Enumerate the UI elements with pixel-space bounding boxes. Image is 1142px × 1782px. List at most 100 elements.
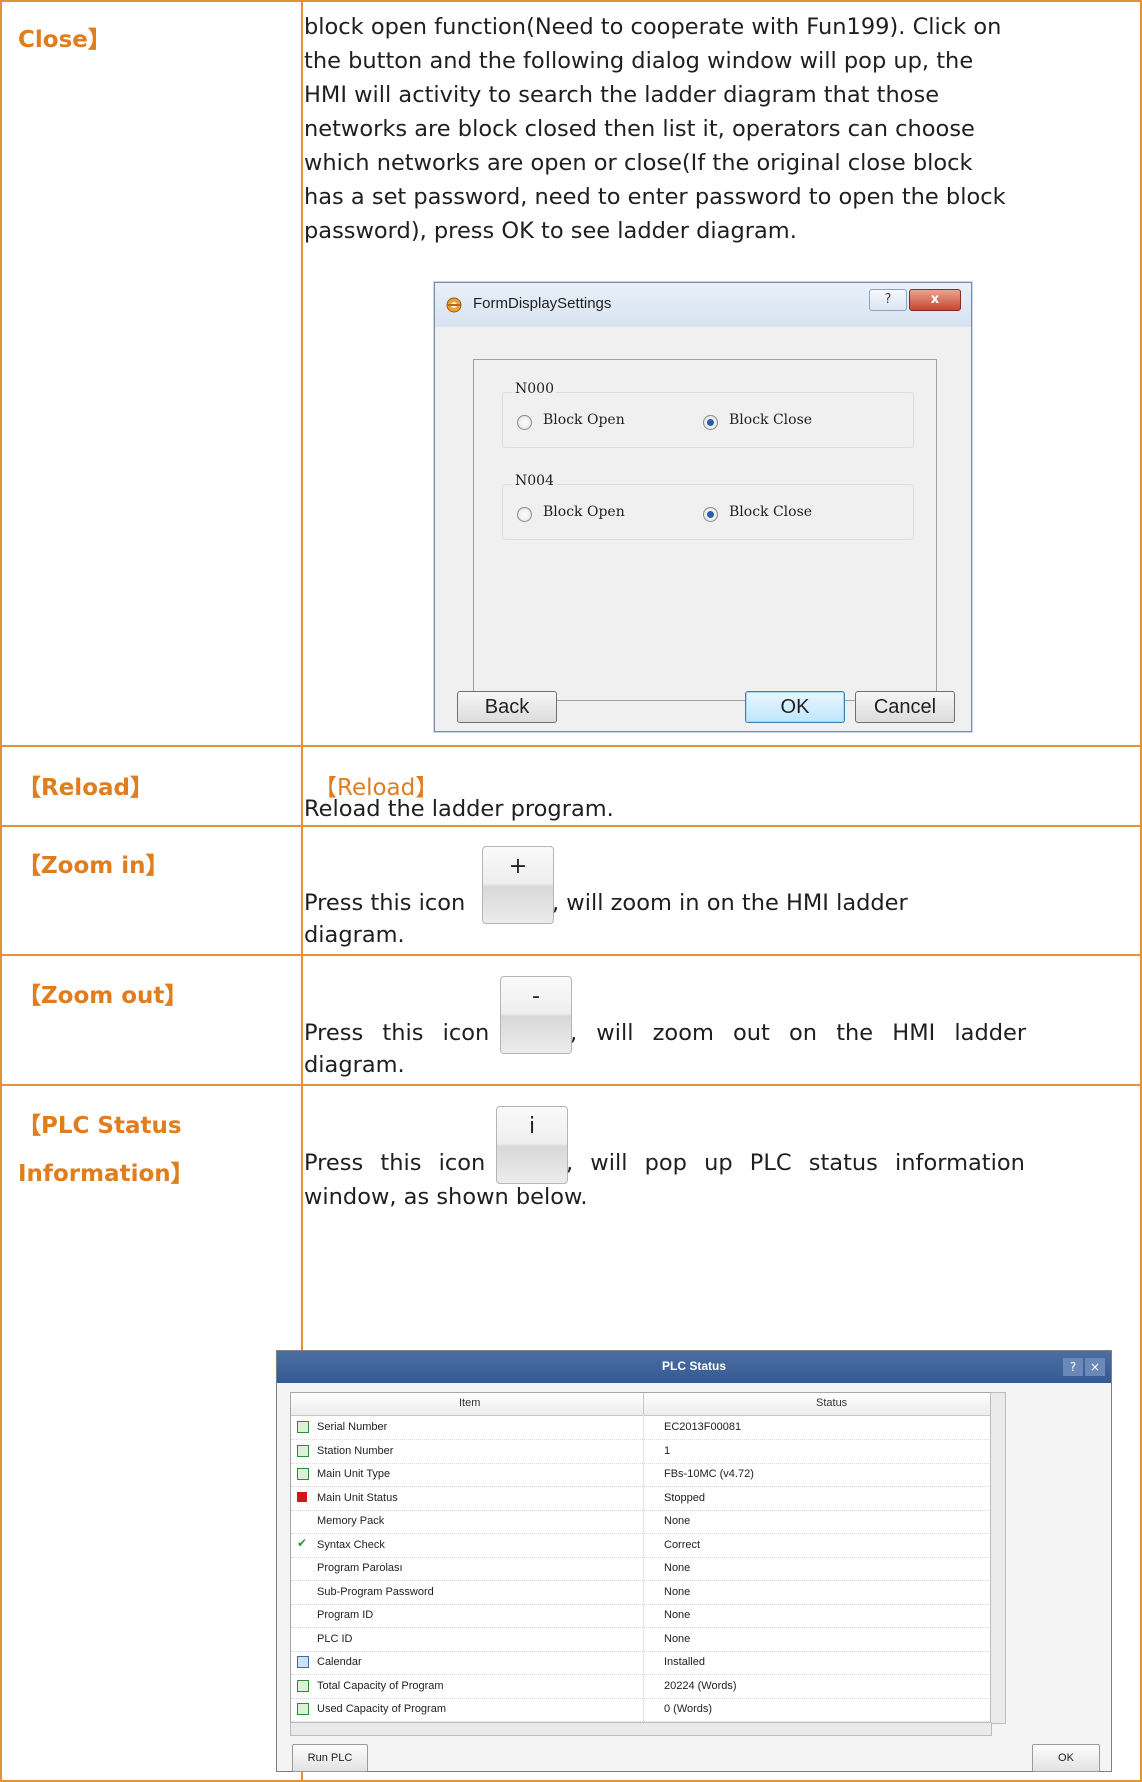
- cell-status: FBs-10MC (v4.72): [664, 1468, 754, 1480]
- table-row[interactable]: Total Capacity of Program 20224 (Words): [291, 1674, 991, 1699]
- ok-button[interactable]: OK: [1032, 1744, 1100, 1772]
- cell-status: None: [664, 1632, 691, 1645]
- cell-status: None: [664, 1562, 691, 1574]
- table-row[interactable]: Used Capacity of Program 0 (Words): [291, 1697, 991, 1722]
- status-stopped-icon: [297, 1491, 307, 1502]
- desc-line: block open function(Need to cooperate wi…: [304, 14, 1002, 40]
- column-header-item: Item: [459, 1397, 481, 1409]
- cell-item: Used Capacity of Program: [317, 1703, 446, 1715]
- block-open-radio[interactable]: [517, 507, 532, 522]
- zoom-out-icon: -: [500, 976, 572, 1054]
- vertical-scrollbar[interactable]: [990, 1392, 1006, 1724]
- blank-icon: [297, 1586, 307, 1596]
- cell-item: Program ID: [317, 1609, 374, 1621]
- table-row[interactable]: ✔ Syntax Check Correct: [291, 1533, 991, 1558]
- zoom-in-text-before: Press this icon: [304, 890, 466, 916]
- desc-line: has a set password, need to enter passwo…: [304, 184, 1006, 210]
- cell-status: None: [664, 1585, 691, 1598]
- info-box-icon: [297, 1679, 309, 1692]
- row-label-zoom-in: 【Zoom in】: [18, 853, 169, 879]
- desc-line: password), press OK to see ladder diagra…: [304, 218, 797, 244]
- help-button[interactable]: ?: [869, 289, 907, 311]
- zoom-out-text-line2: diagram.: [304, 1052, 405, 1078]
- run-plc-button[interactable]: Run PLC: [292, 1744, 368, 1772]
- row-label-zoom-out: 【Zoom out】: [18, 983, 188, 1009]
- cell-status: None: [664, 1609, 691, 1621]
- grid-header: Item Status: [291, 1393, 991, 1416]
- block-close-label: Block Close: [729, 412, 813, 428]
- zoom-out-text-before: Press this icon: [304, 1020, 490, 1046]
- help-button[interactable]: ?: [1063, 1358, 1083, 1376]
- cell-item: Station Number: [317, 1444, 394, 1457]
- cell-item: Program Parolası: [317, 1562, 403, 1574]
- table-row[interactable]: Sub-Program Password None: [291, 1580, 991, 1605]
- info-box-icon: [297, 1444, 309, 1457]
- zoom-out-text-after: , will zoom out on the HMI ladder: [570, 1020, 1027, 1046]
- row-label-close: Close】: [18, 27, 111, 53]
- cancel-button[interactable]: Cancel: [855, 691, 955, 723]
- cell-status: 1: [664, 1444, 671, 1457]
- blank-icon: [297, 1562, 307, 1572]
- table-row[interactable]: Program ID None: [291, 1603, 991, 1628]
- cell-status: EC2013F00081: [664, 1421, 742, 1433]
- block-open-radio[interactable]: [517, 415, 532, 430]
- network-name: N000: [513, 381, 556, 397]
- table-row[interactable]: Calendar Installed: [291, 1650, 991, 1675]
- calendar-icon: [297, 1656, 309, 1668]
- cell-item: Syntax Check: [317, 1538, 385, 1551]
- close-button[interactable]: ×: [1085, 1358, 1105, 1376]
- table-row[interactable]: Main Unit Status Stopped: [291, 1486, 991, 1511]
- desc-line: which networks are open or close(If the …: [304, 150, 973, 176]
- blank-icon: [297, 1515, 307, 1525]
- info-box-icon: [297, 1421, 309, 1433]
- cell-status: 0 (Words): [664, 1703, 713, 1715]
- blank-icon: [297, 1609, 307, 1619]
- cell-item: Memory Pack: [317, 1515, 385, 1527]
- row-label-plc-status-line1: 【PLC Status: [18, 1113, 182, 1139]
- block-close-radio[interactable]: [703, 507, 718, 522]
- plc-window-titlebar: PLC Status ? ×: [277, 1351, 1111, 1383]
- block-close-label: Block Close: [729, 504, 813, 520]
- zoom-in-text-after: , will zoom in on the HMI ladder: [552, 890, 908, 916]
- app-gear-icon: [446, 297, 462, 313]
- dialog-titlebar: FormDisplaySettings ? x: [435, 283, 971, 327]
- close-button[interactable]: x: [909, 289, 961, 311]
- plc-status-grid: Item Status Serial Number EC2013F00081 Sta…: [290, 1392, 992, 1724]
- plc-text-after: , will pop up PLC status information: [566, 1150, 1025, 1176]
- zoom-in-icon: +: [482, 846, 554, 924]
- network-group: N004 Block Open Block Close: [502, 473, 914, 540]
- reload-description: Reload the ladder program.: [304, 796, 614, 822]
- dialog-title: FormDisplaySettings: [473, 295, 612, 312]
- cell-status: Correct: [664, 1538, 701, 1551]
- back-button[interactable]: Back: [457, 691, 557, 723]
- cell-status: None: [664, 1515, 691, 1527]
- desc-line: the button and the following dialog wind…: [304, 48, 974, 74]
- display-settings-dialog: FormDisplaySettings ? x N000 Block Open …: [434, 282, 972, 732]
- block-open-label: Block Open: [543, 504, 625, 520]
- cell-item: Serial Number: [317, 1421, 388, 1433]
- ok-button[interactable]: OK: [745, 691, 845, 723]
- blank-icon: [297, 1633, 307, 1643]
- horizontal-scrollbar[interactable]: [290, 1722, 992, 1736]
- row-label-plc-status-line2: Information】: [18, 1161, 194, 1187]
- desc-line: networks are block closed then list it, …: [304, 116, 975, 142]
- table-row[interactable]: Memory Pack None: [291, 1509, 991, 1534]
- plc-window-title: PLC Status: [661, 1359, 726, 1373]
- cell-item: Total Capacity of Program: [317, 1679, 444, 1692]
- table-row[interactable]: Main Unit Type FBs-10MC (v4.72): [291, 1462, 991, 1487]
- table-row[interactable]: Serial Number EC2013F00081: [291, 1415, 991, 1440]
- table-row[interactable]: Program Parolası None: [291, 1556, 991, 1581]
- block-open-label: Block Open: [543, 412, 625, 428]
- plc-text-line2: window, as shown below.: [304, 1184, 588, 1210]
- network-name: N004: [513, 473, 556, 489]
- cell-item: PLC ID: [317, 1632, 353, 1645]
- table-row[interactable]: Station Number 1: [291, 1439, 991, 1464]
- block-close-radio[interactable]: [703, 415, 718, 430]
- cell-status: 20224 (Words): [664, 1679, 737, 1692]
- table-row[interactable]: PLC ID None: [291, 1627, 991, 1652]
- zoom-in-text-line2: diagram.: [304, 922, 405, 948]
- cell-item: Main Unit Type: [317, 1468, 391, 1480]
- networks-panel: N000 Block Open Block Close N004 Block O…: [473, 359, 937, 701]
- plc-text-before: Press this icon: [304, 1150, 486, 1176]
- info-box-icon: [297, 1468, 309, 1480]
